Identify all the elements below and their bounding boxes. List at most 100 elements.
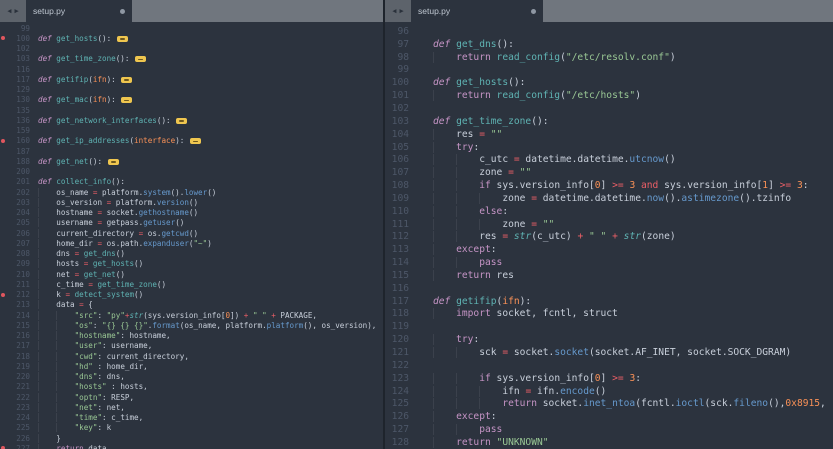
code-line[interactable]: 129	[0, 85, 383, 95]
code-line[interactable]: 203 os_version = platform.version()	[0, 197, 383, 207]
code-line[interactable]: 104 res = ""	[385, 128, 833, 141]
tab-setup-py[interactable]: setup.py	[411, 0, 543, 22]
code-line[interactable]: 213 data = {	[0, 300, 383, 310]
fold-indicator[interactable]	[121, 76, 133, 83]
code-line[interactable]: 200	[0, 167, 383, 177]
code-line[interactable]: 225 "key": k	[0, 423, 383, 433]
code-line[interactable]: 208 dns = get_dns()	[0, 249, 383, 259]
code-line[interactable]: 128 return "UNKNOWN"	[385, 436, 833, 449]
tab-setup-py[interactable]: setup.py	[26, 0, 132, 22]
code-line[interactable]: 210 net = get_net()	[0, 269, 383, 279]
code-line[interactable]: 126 except:	[385, 410, 833, 423]
code-line[interactable]: 159	[0, 126, 383, 136]
code-line[interactable]: 102	[0, 44, 383, 54]
code-text: data = {	[36, 300, 383, 310]
code-line[interactable]: 97 def get_dns():	[385, 38, 833, 51]
fold-indicator[interactable]	[116, 35, 128, 42]
code-line[interactable]: 103 def get_time_zone():	[0, 54, 383, 64]
code-line[interactable]: 227 return data	[0, 443, 383, 449]
code-line[interactable]: 105 try:	[385, 141, 833, 154]
code-line[interactable]: 125 return socket.inet_ntoa(fcntl.ioctl(…	[385, 397, 833, 410]
code-line[interactable]: 122	[385, 359, 833, 372]
code-line[interactable]: 211 c_time = get_time_zone()	[0, 279, 383, 289]
code-line[interactable]: 216 "hostname": hostname,	[0, 331, 383, 341]
code-text: return read_config("/etc/hosts")	[415, 90, 833, 102]
code-line[interactable]: 106 c_utc = datetime.datetime.utcnow()	[385, 153, 833, 166]
code-line[interactable]: 215 "os": "{} {} {}".format(os_name, pla…	[0, 320, 383, 330]
code-line[interactable]: 124 ifn = ifn.encode()	[385, 385, 833, 398]
code-line[interactable]: 130 def get_mac(ifn):	[0, 95, 383, 105]
code-line[interactable]: 114 pass	[385, 256, 833, 269]
code-line[interactable]: 113 except:	[385, 243, 833, 256]
tab-scroll-arrows[interactable]: ◀ ▶	[0, 0, 26, 22]
code-line[interactable]: 99	[385, 64, 833, 77]
scroll-left-icon[interactable]: ◀	[392, 7, 396, 15]
fold-indicator[interactable]	[176, 117, 188, 124]
code-line[interactable]: 226 }	[0, 433, 383, 443]
code-line[interactable]: 112 res = str(c_utc) + " " + str(zone)	[385, 231, 833, 244]
code-editor-left[interactable]: 99 100 def get_hosts(): 102 103 def get_time…	[0, 22, 383, 449]
fold-indicator[interactable]	[121, 97, 133, 104]
code-line[interactable]: 120 try:	[385, 333, 833, 346]
code-line[interactable]: 136 def get_network_interfaces():	[0, 115, 383, 125]
code-line[interactable]: 111 zone = ""	[385, 218, 833, 231]
code-line[interactable]: 99	[0, 23, 383, 33]
code-line[interactable]: 119	[385, 320, 833, 333]
code-line[interactable]: 116	[385, 282, 833, 295]
code-line[interactable]: 117 def getifip(ifn):	[385, 295, 833, 308]
code-line[interactable]: 101 return read_config("/etc/hosts")	[385, 89, 833, 102]
code-line[interactable]: 217 "user": username,	[0, 341, 383, 351]
code-line[interactable]: 219 "hd" : home_dir,	[0, 361, 383, 371]
code-line[interactable]: 107 zone = ""	[385, 166, 833, 179]
code-editor-right[interactable]: 96 97 def get_dns(): 98 return read_config(…	[385, 22, 833, 449]
code-line[interactable]: 207 home_dir = os.path.expanduser("~")	[0, 238, 383, 248]
code-line[interactable]: 100 def get_hosts():	[0, 33, 383, 43]
scroll-right-icon[interactable]: ▶	[400, 7, 404, 15]
code-line[interactable]: 127 pass	[385, 423, 833, 436]
code-line[interactable]: 206 current_directory = os.getcwd()	[0, 228, 383, 238]
code-line[interactable]: 102	[385, 102, 833, 115]
code-line[interactable]: 223 "net": net,	[0, 402, 383, 412]
code-line[interactable]: 135	[0, 105, 383, 115]
fold-indicator[interactable]	[189, 138, 201, 145]
code-line[interactable]: 98 return read_config("/etc/resolv.conf"…	[385, 51, 833, 64]
code-line[interactable]: 118 import socket, fcntl, struct	[385, 308, 833, 321]
code-line[interactable]: 96	[385, 25, 833, 38]
line-number: 109	[391, 192, 409, 204]
code-line[interactable]: 224 "time": c_time,	[0, 413, 383, 423]
code-line[interactable]: 116	[0, 64, 383, 74]
code-line[interactable]: 212 k = detect_system()	[0, 290, 383, 300]
code-line[interactable]: 214 "src": "py"+str(sys.version_info[0])…	[0, 310, 383, 320]
line-number: 219	[16, 361, 30, 371]
code-line[interactable]: 220 "dns": dns,	[0, 372, 383, 382]
code-line[interactable]: 222 "optn": RESP,	[0, 392, 383, 402]
code-line[interactable]: 218 "cwd": current_directory,	[0, 351, 383, 361]
line-number: 207	[16, 238, 30, 248]
code-line[interactable]: 188 def get_net():	[0, 156, 383, 166]
code-line[interactable]: 202 os_name = platform.system().lower()	[0, 187, 383, 197]
tab-scroll-arrows[interactable]: ◀ ▶	[385, 0, 411, 22]
code-line[interactable]: 117 def getifip(ifn):	[0, 74, 383, 84]
code-line[interactable]: 204 hostname = socket.gethostname()	[0, 208, 383, 218]
code-line[interactable]: 108 if sys.version_info[0] >= 3 and sys.…	[385, 179, 833, 192]
code-line[interactable]: 100 def get_hosts():	[385, 76, 833, 89]
line-number: 122	[391, 359, 409, 371]
scroll-right-icon[interactable]: ▶	[15, 7, 19, 15]
scroll-left-icon[interactable]: ◀	[7, 7, 11, 15]
fold-indicator[interactable]	[107, 158, 119, 165]
fold-indicator[interactable]	[135, 56, 147, 63]
indent-guide	[38, 269, 57, 279]
indent-guide	[38, 361, 57, 371]
code-line[interactable]: 110 else:	[385, 205, 833, 218]
code-line[interactable]: 109 zone = datetime.datetime.now().astim…	[385, 192, 833, 205]
code-line[interactable]: 187	[0, 146, 383, 156]
code-line[interactable]: 123 if sys.version_info[0] >= 3:	[385, 372, 833, 385]
code-line[interactable]: 103 def get_time_zone():	[385, 115, 833, 128]
code-line[interactable]: 205 username = getpass.getuser()	[0, 218, 383, 228]
code-line[interactable]: 121 sck = socket.socket(socket.AF_INET, …	[385, 346, 833, 359]
code-line[interactable]: 160 def get_ip_addresses(interface):	[0, 136, 383, 146]
code-line[interactable]: 221 "hosts" : hosts,	[0, 382, 383, 392]
code-line[interactable]: 115 return res	[385, 269, 833, 282]
code-line[interactable]: 201 def collect_info():	[0, 177, 383, 187]
code-line[interactable]: 209 hosts = get_hosts()	[0, 259, 383, 269]
